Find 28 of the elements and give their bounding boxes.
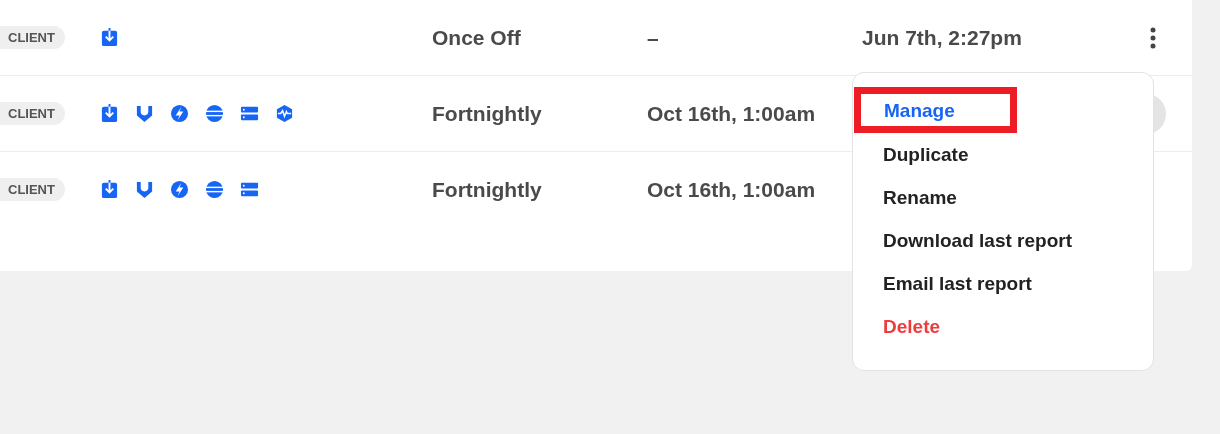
- client-badge: CLIENT: [0, 26, 65, 49]
- menu-item[interactable]: Rename: [853, 175, 987, 219]
- frequency-text: Once Off: [432, 25, 521, 49]
- server-icon: [240, 104, 259, 123]
- client-badge: CLIENT: [0, 178, 65, 201]
- download-icon: [100, 28, 119, 47]
- next-run-text: –: [647, 25, 659, 49]
- server-icon: [240, 180, 259, 199]
- bolt-icon: [170, 180, 189, 199]
- menu-item[interactable]: Duplicate: [853, 132, 999, 176]
- shield-icon: [135, 104, 154, 123]
- globe-icon: [205, 180, 224, 199]
- download-icon: [100, 104, 119, 123]
- menu-item[interactable]: Manage: [854, 86, 1017, 133]
- menu-item[interactable]: Email last report: [853, 261, 1062, 305]
- menu-item[interactable]: Download last report: [853, 218, 1102, 262]
- globe-icon: [205, 104, 224, 123]
- shield-icon: [135, 180, 154, 199]
- next-run-text: Oct 16th, 1:00am: [647, 177, 816, 201]
- download-icon: [100, 180, 119, 199]
- client-badge: CLIENT: [0, 102, 65, 125]
- last-run-text: Jun 7th, 2:27pm: [862, 25, 1022, 49]
- pulse-icon: [275, 104, 294, 123]
- bolt-icon: [170, 104, 189, 123]
- next-run-text: Oct 16th, 1:00am: [647, 101, 816, 125]
- frequency-text: Fortnightly: [432, 177, 542, 201]
- frequency-text: Fortnightly: [432, 101, 542, 125]
- menu-item[interactable]: Delete: [853, 304, 971, 348]
